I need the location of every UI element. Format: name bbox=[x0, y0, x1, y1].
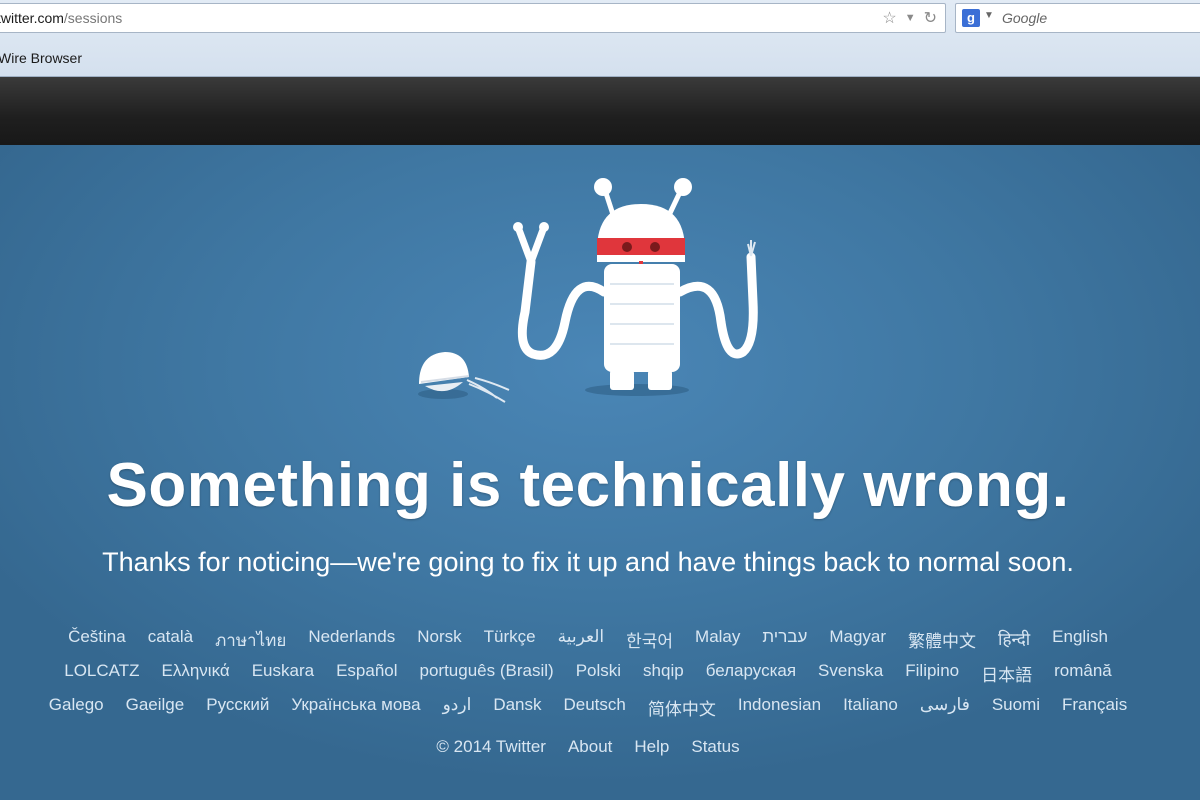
reload-icon[interactable]: ↻ bbox=[924, 8, 937, 28]
language-link[interactable]: Dansk bbox=[493, 695, 541, 720]
language-link[interactable]: Magyar bbox=[829, 627, 886, 654]
language-link[interactable]: Русский bbox=[206, 695, 269, 720]
address-bar-text: twitter.com/sessions bbox=[0, 10, 122, 26]
language-link[interactable]: Ελληνικά bbox=[162, 661, 230, 686]
language-link[interactable]: Español bbox=[336, 661, 397, 686]
address-bar[interactable]: twitter.com/sessions ☆ ▼ ↻ bbox=[0, 3, 946, 33]
copyright-text: © 2014 Twitter bbox=[436, 737, 546, 756]
language-link[interactable]: اردو bbox=[443, 695, 472, 720]
language-link[interactable]: shqip bbox=[643, 661, 684, 686]
language-link[interactable]: Galego bbox=[49, 695, 104, 720]
language-link[interactable]: Suomi bbox=[992, 695, 1040, 720]
error-message: Thanks for noticing—we're going to fix i… bbox=[102, 547, 1074, 577]
language-link[interactable]: Deutsch bbox=[564, 695, 626, 720]
language-link[interactable]: ภาษาไทย bbox=[215, 627, 286, 654]
bookmark-star-icon[interactable]: ☆ bbox=[882, 8, 896, 28]
language-link[interactable]: 繁體中文 bbox=[908, 627, 976, 654]
language-link[interactable]: English bbox=[1052, 627, 1108, 654]
language-link[interactable]: فارسی bbox=[920, 695, 970, 720]
language-link[interactable]: 日本語 bbox=[981, 661, 1032, 686]
bookmark-item[interactable]: Wire Browser bbox=[0, 50, 82, 66]
language-link[interactable]: Türkçe bbox=[484, 627, 536, 654]
language-link[interactable]: Čeština bbox=[68, 627, 126, 654]
language-link[interactable]: हिन्दी bbox=[998, 627, 1030, 654]
browser-chrome: twitter.com/sessions ☆ ▼ ↻ g ▼ Google Wi… bbox=[0, 0, 1200, 77]
twitter-topbar bbox=[0, 77, 1200, 145]
language-link[interactable]: Filipino bbox=[905, 661, 959, 686]
language-link[interactable]: català bbox=[148, 627, 193, 654]
language-link[interactable]: română bbox=[1054, 661, 1112, 686]
error-headline: Something is technically wrong. bbox=[106, 451, 1070, 520]
bookmarks-toolbar: Wire Browser bbox=[0, 38, 1200, 76]
language-link[interactable]: Malay bbox=[695, 627, 740, 654]
language-link[interactable]: Italiano bbox=[843, 695, 898, 720]
language-link[interactable]: 简体中文 bbox=[648, 695, 716, 720]
language-link[interactable]: Indonesian bbox=[738, 695, 821, 720]
language-link[interactable]: Français bbox=[1062, 695, 1127, 720]
footer-link-status[interactable]: Status bbox=[691, 737, 739, 757]
language-link[interactable]: português (Brasil) bbox=[420, 661, 554, 686]
language-list-row-3: Galego Gaeilge Русский Українська мова ا… bbox=[0, 695, 1176, 720]
language-link[interactable]: беларуская bbox=[706, 661, 796, 686]
language-link[interactable]: 한국어 bbox=[626, 627, 673, 654]
language-link[interactable]: Euskara bbox=[252, 661, 314, 686]
language-link[interactable]: עברית bbox=[762, 627, 807, 654]
broken-robot-illustration bbox=[418, 178, 758, 403]
google-g-icon[interactable]: g bbox=[962, 9, 980, 27]
footer: © 2014 Twitter About Help Status bbox=[0, 737, 1176, 757]
language-link[interactable]: العربية bbox=[558, 627, 604, 654]
search-engine-dropdown-icon[interactable]: ▼ bbox=[984, 10, 994, 21]
footer-link-help[interactable]: Help bbox=[634, 737, 669, 757]
language-link[interactable]: Українська мова bbox=[291, 695, 420, 720]
language-list-row-2: LOLCATZ Ελληνικά Euskara Español portugu… bbox=[0, 661, 1176, 686]
url-path: /sessions bbox=[63, 10, 123, 26]
language-link[interactable]: Svenska bbox=[818, 661, 883, 686]
history-dropdown-icon[interactable]: ▼ bbox=[905, 12, 916, 24]
language-link[interactable]: LOLCATZ bbox=[64, 661, 139, 686]
language-link[interactable]: Gaeilge bbox=[126, 695, 185, 720]
error-page: Something is technically wrong. Thanks f… bbox=[0, 145, 1200, 800]
address-bar-icons: ☆ ▼ ↻ bbox=[882, 7, 937, 29]
footer-link-about[interactable]: About bbox=[568, 737, 612, 757]
url-host: twitter.com bbox=[0, 10, 64, 26]
language-link[interactable]: Polski bbox=[576, 661, 621, 686]
language-list-row-1: Čeština català ภาษาไทย Nederlands Norsk … bbox=[0, 627, 1176, 654]
search-bar[interactable]: g ▼ Google bbox=[955, 3, 1200, 33]
language-link[interactable]: Nederlands bbox=[308, 627, 395, 654]
language-link[interactable]: Norsk bbox=[417, 627, 461, 654]
search-placeholder: Google bbox=[1002, 10, 1048, 26]
